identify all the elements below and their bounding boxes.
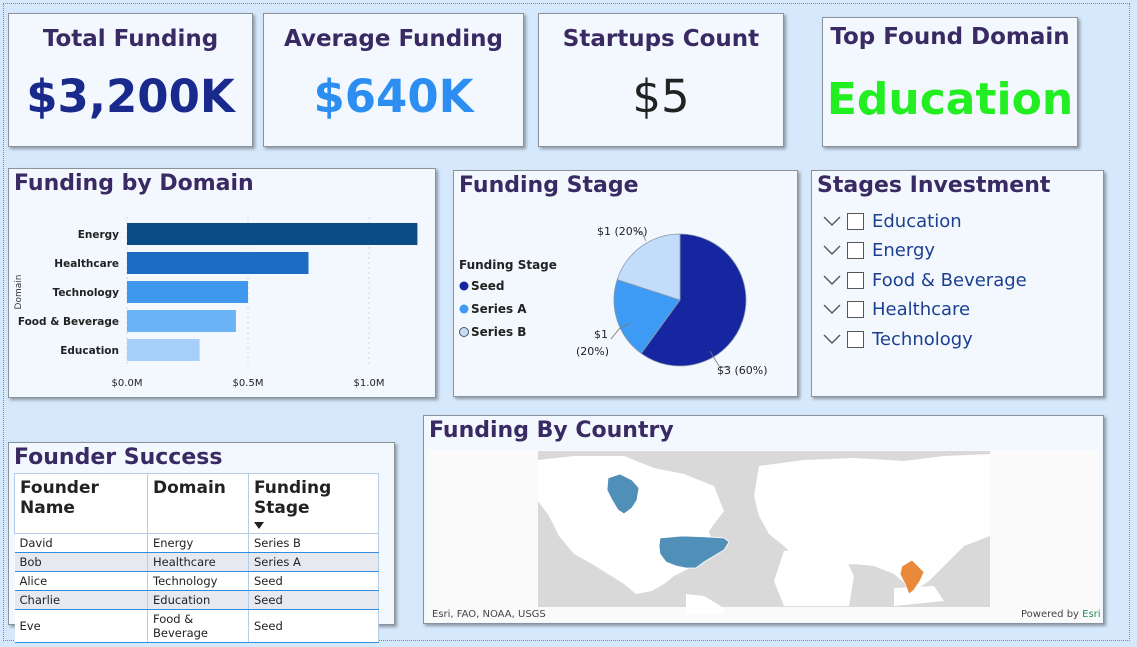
cell-funding-stage: Seed [248, 609, 379, 643]
table-row[interactable]: David Energy Series B [14, 533, 379, 553]
kpi-average-funding-title: Average Funding [283, 26, 503, 52]
bar-healthcare[interactable] [127, 252, 309, 274]
stages-investment-slicer[interactable]: Stages Investment Education Energy Food … [811, 170, 1104, 397]
kpi-total-funding-title: Total Funding [42, 26, 219, 52]
x-tick-label: $0.0M [112, 378, 143, 389]
map-attribution: Esri, FAO, NOAA, USGS [432, 609, 546, 620]
kpi-startups-count-title: Startups Count [562, 26, 760, 52]
table-row[interactable]: Eve Food & Beverage Seed [14, 609, 379, 643]
esri-link: Esri [1082, 609, 1100, 620]
cell-domain: Education [147, 590, 249, 610]
column-header-domain[interactable]: Domain [147, 473, 249, 534]
legend-series-b-marker [459, 327, 469, 337]
cell-domain: Healthcare [147, 552, 249, 572]
chevron-down-icon[interactable] [822, 331, 842, 347]
column-header-funding-stage[interactable]: Funding Stage [248, 473, 379, 534]
founder-success-title: Founder Success [14, 445, 223, 470]
cell-domain: Food & Beverage [147, 609, 249, 643]
slicer-item-label: Healthcare [872, 298, 971, 320]
cell-funding-stage: Series A [248, 552, 379, 572]
x-tick-label: $0.5M [233, 378, 264, 389]
cell-funding-stage: Seed [248, 571, 379, 591]
cell-domain: Energy [147, 533, 249, 553]
stage-legend-title: Funding Stage [459, 258, 557, 272]
sort-descending-icon[interactable] [254, 522, 264, 529]
pie-label-seed: $3 (60%) [717, 364, 768, 377]
stages-investment-title: Stages Investment [817, 173, 1051, 198]
cell-domain: Technology [147, 571, 249, 591]
checkbox[interactable] [847, 271, 864, 289]
kpi-total-funding-value: $3,200K [26, 70, 235, 123]
cell-founder-name: Alice [14, 571, 148, 591]
slicer-item-label: Education [872, 210, 962, 232]
funding-by-country-panel[interactable]: Funding By Country Esri, FAO, NOAA, USGS… [423, 415, 1104, 624]
legend-series-b-label: Series B [471, 325, 526, 339]
category-label: Healthcare [54, 258, 119, 270]
table-row[interactable]: Charlie Education Seed [14, 590, 379, 610]
chevron-down-icon[interactable] [822, 301, 842, 317]
pie-label-series-b: $1 (20%) [597, 225, 648, 238]
checkbox[interactable] [847, 330, 864, 348]
slicer-item-label: Technology [872, 328, 973, 350]
slicer-item-food-beverage[interactable]: Food & Beverage [822, 269, 1027, 291]
legend-seed-marker [459, 281, 469, 291]
category-label: Energy [78, 229, 119, 241]
pie-label-series-a-value: $1 [594, 328, 608, 341]
cell-founder-name: Eve [14, 609, 148, 643]
cell-founder-name: Charlie [14, 590, 148, 610]
bar-energy[interactable] [127, 223, 418, 245]
kpi-average-funding-value: $640K [313, 70, 474, 123]
founder-success-panel[interactable]: Founder Success Founder Name Domain Fund… [8, 442, 395, 643]
funding-stage-panel[interactable]: Funding Stage Funding Stage Seed Series … [453, 170, 798, 397]
world-map[interactable]: Esri, FAO, NOAA, USGS Powered by Esri [424, 416, 1105, 625]
slicer-item-label: Food & Beverage [872, 269, 1027, 291]
checkbox[interactable] [847, 300, 864, 318]
founder-table: Founder Name Domain Funding Stage David … [14, 473, 379, 643]
legend-series-a-marker [459, 304, 469, 314]
column-header-founder-name[interactable]: Founder Name [14, 473, 148, 534]
category-label: Technology [53, 287, 120, 299]
slicer-item-education[interactable]: Education [822, 210, 962, 232]
slicer-item-healthcare[interactable]: Healthcare [822, 298, 970, 320]
funding-stage-chart: Funding Stage Seed Series A Series B $3 … [459, 225, 768, 377]
kpi-total-funding-card[interactable]: Total Funding $3,200K [8, 13, 253, 147]
cell-funding-stage: Seed [248, 590, 379, 610]
table-row[interactable]: Alice Technology Seed [14, 571, 379, 591]
bar-food-beverage[interactable] [127, 310, 236, 332]
category-label: Education [60, 345, 119, 357]
land-africa [774, 548, 854, 606]
cell-funding-stage: Series B [248, 533, 379, 553]
legend-seed-label: Seed [471, 279, 505, 293]
x-tick-label: $1.0M [354, 378, 385, 389]
funding-by-domain-chart: Domain $0.0M $0.5M $1.0M Energy Healthcare T… [14, 217, 418, 389]
pie-label-series-a-pct: (20%) [576, 345, 609, 358]
cell-founder-name: David [14, 533, 148, 553]
bar-education[interactable] [127, 339, 200, 361]
kpi-startups-count-card[interactable]: Startups Count $5 [538, 13, 784, 147]
chevron-down-icon[interactable] [822, 272, 842, 288]
kpi-top-domain-value: Education [826, 74, 1074, 125]
kpi-average-funding-card[interactable]: Average Funding $640K [263, 13, 524, 147]
chevron-down-icon[interactable] [822, 242, 842, 258]
slicer-item-energy[interactable]: Energy [822, 239, 935, 261]
kpi-top-domain-card[interactable]: Top Found Domain Education [822, 17, 1078, 147]
bar-technology[interactable] [127, 281, 248, 303]
category-label: Food & Beverage [18, 316, 119, 328]
kpi-startups-count-value: $5 [632, 70, 690, 123]
legend-series-a-label: Series A [471, 302, 527, 316]
slicer-item-technology[interactable]: Technology [822, 328, 973, 350]
cell-founder-name: Bob [14, 552, 148, 572]
map-powered-by: Powered by Esri [1021, 609, 1101, 620]
domain-axis-label: Domain [14, 275, 24, 310]
table-row[interactable]: Bob Healthcare Series A [14, 552, 379, 572]
slicer-item-label: Energy [872, 239, 936, 261]
checkbox[interactable] [847, 241, 864, 259]
funding-by-domain-panel[interactable]: Funding by Domain Domain $0.0M $0.5M $1.0M… [8, 168, 436, 398]
chevron-down-icon[interactable] [822, 213, 842, 229]
kpi-top-domain-title: Top Found Domain [830, 24, 1070, 50]
checkbox[interactable] [847, 212, 864, 230]
